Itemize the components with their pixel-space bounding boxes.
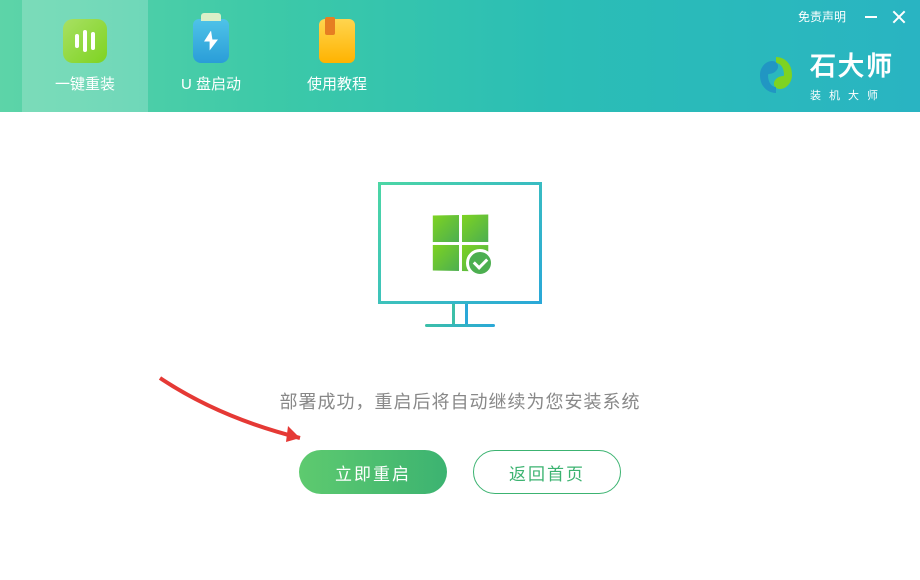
tab-tutorial[interactable]: 使用教程 bbox=[274, 0, 400, 112]
close-button[interactable] bbox=[892, 10, 906, 24]
main-content: 部署成功，重启后将自动继续为您安装系统 立即重启 返回首页 bbox=[0, 112, 920, 494]
brand-logo-icon bbox=[754, 53, 798, 97]
header-bar: 免责声明 一键重装 U 盘启动 使用教程 bbox=[0, 0, 920, 112]
window-controls-group: 免责声明 bbox=[798, 8, 906, 25]
reinstall-icon bbox=[63, 19, 107, 63]
nav-tabs: 一键重装 U 盘启动 使用教程 bbox=[0, 0, 400, 112]
brand: 石大师 装机大师 bbox=[754, 46, 894, 103]
usb-icon bbox=[189, 19, 233, 63]
minimize-button[interactable] bbox=[864, 10, 878, 24]
disclaimer-link[interactable]: 免责声明 bbox=[798, 8, 846, 25]
tab-usb-boot[interactable]: U 盘启动 bbox=[148, 0, 274, 112]
brand-subtitle: 装机大师 bbox=[810, 87, 886, 103]
minimize-icon bbox=[865, 16, 877, 18]
check-success-icon bbox=[466, 249, 494, 277]
window-controls bbox=[864, 10, 906, 24]
tab-label: 一键重装 bbox=[55, 73, 115, 94]
tab-label: U 盘启动 bbox=[181, 73, 241, 94]
brand-name: 石大师 bbox=[810, 46, 894, 83]
back-home-button[interactable]: 返回首页 bbox=[473, 450, 621, 494]
tab-reinstall[interactable]: 一键重装 bbox=[22, 0, 148, 112]
close-icon bbox=[892, 10, 906, 24]
tab-label: 使用教程 bbox=[307, 73, 367, 94]
status-message: 部署成功，重启后将自动继续为您安装系统 bbox=[280, 388, 641, 414]
restart-now-button[interactable]: 立即重启 bbox=[299, 450, 447, 494]
action-buttons: 立即重启 返回首页 bbox=[299, 450, 621, 494]
monitor-graphic bbox=[378, 182, 542, 350]
tutorial-icon bbox=[315, 19, 359, 63]
